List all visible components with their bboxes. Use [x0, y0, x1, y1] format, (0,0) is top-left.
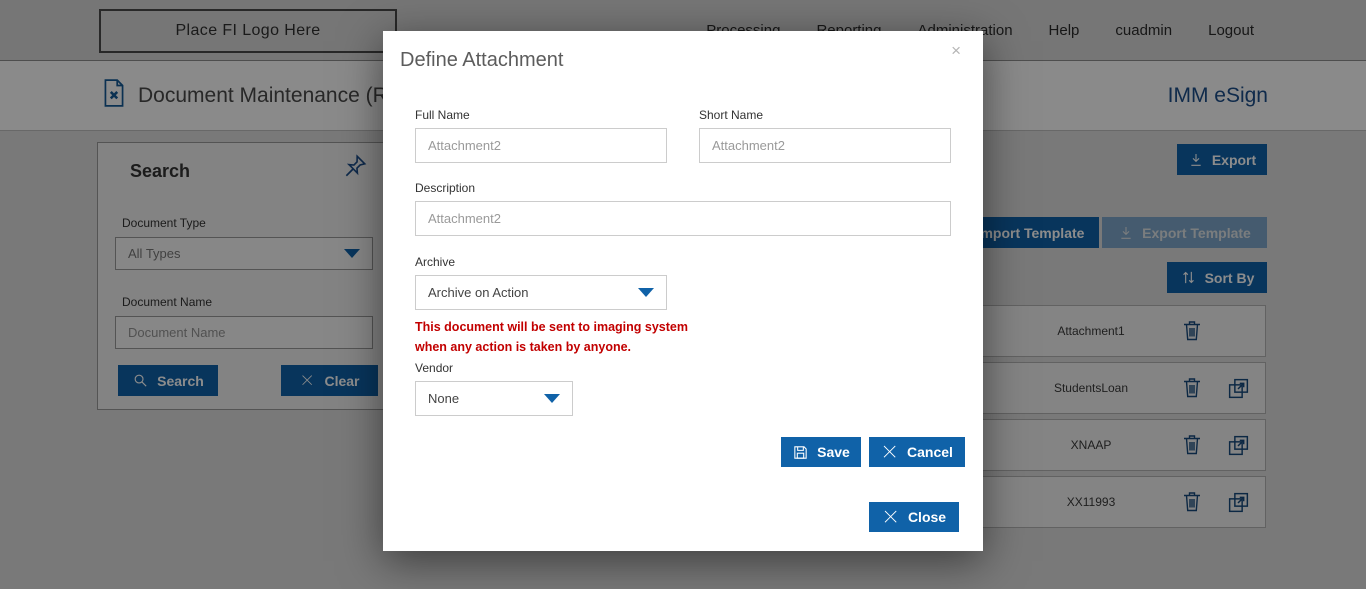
cancel-button-label: Cancel — [907, 444, 953, 460]
archive-warning-line1: This document will be sent to imaging sy… — [415, 320, 688, 334]
archive-warning-text: This document will be sent to imaging sy… — [415, 317, 688, 357]
short-name-label: Short Name — [699, 108, 764, 122]
close-button-label: Close — [907, 509, 947, 525]
archive-label: Archive — [415, 255, 456, 269]
close-button[interactable]: Close — [869, 502, 959, 532]
short-name-input[interactable] — [699, 128, 951, 163]
app-window: Place FI Logo Here Processing Reporting Ad… — [0, 0, 1366, 589]
modal-close-icon[interactable]: × — [945, 41, 967, 60]
vendor-select[interactable]: None — [415, 381, 573, 416]
description-label: Description — [415, 181, 476, 195]
vendor-value: None — [428, 391, 460, 406]
x-icon — [882, 508, 900, 526]
x-icon — [881, 443, 899, 461]
save-button[interactable]: Save — [781, 437, 861, 467]
define-attachment-modal: Define Attachment × Full Name Short Name… — [383, 31, 983, 551]
floppy-disk-icon — [792, 444, 809, 461]
archive-warning-line2: when any action is taken by anyone. — [415, 340, 632, 354]
archive-value: Archive on Action — [428, 285, 529, 300]
chevron-down-icon — [544, 394, 560, 403]
full-name-label: Full Name — [415, 108, 470, 122]
description-input[interactable] — [415, 201, 951, 236]
archive-select[interactable]: Archive on Action — [415, 275, 667, 310]
save-button-label: Save — [817, 444, 850, 460]
chevron-down-icon — [638, 288, 654, 297]
modal-title: Define Attachment — [400, 49, 564, 71]
full-name-input[interactable] — [415, 128, 667, 163]
vendor-label: Vendor — [415, 361, 454, 375]
cancel-button[interactable]: Cancel — [869, 437, 965, 467]
